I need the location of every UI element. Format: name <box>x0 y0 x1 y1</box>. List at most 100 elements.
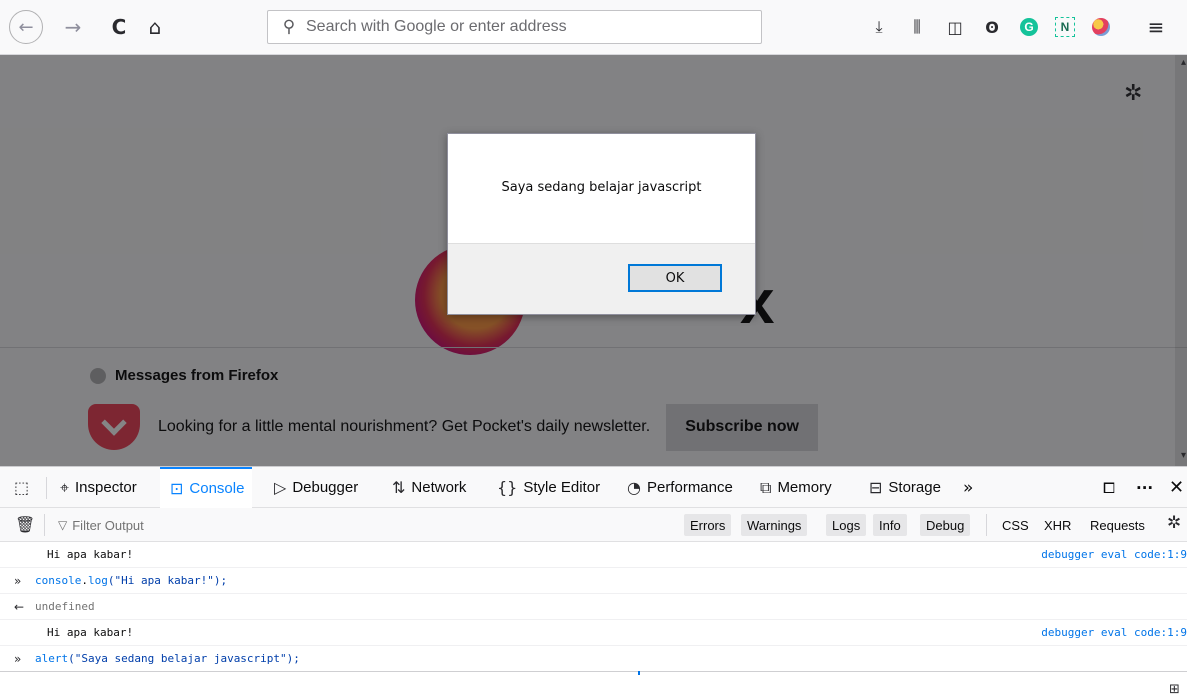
input-code: console.log("Hi apa kabar!"); <box>35 574 228 587</box>
tab-memory[interactable]: ⧉ Memory <box>760 467 832 508</box>
tab-separator <box>46 477 47 499</box>
arrow-left-icon: ← <box>18 16 34 38</box>
storage-icon: ⊟ <box>869 478 883 497</box>
braces-icon: {} <box>497 478 518 497</box>
downloads-button[interactable]: ⤓ <box>866 14 892 40</box>
alert-dialog: Saya sedang belajar javascript OK <box>447 133 756 315</box>
grammarly-icon: G <box>1020 18 1038 36</box>
hamburger-menu-icon: ≡ <box>1147 15 1165 39</box>
home-icon: ⌂ <box>148 15 162 39</box>
log-source-link[interactable]: debugger eval code:1:9 <box>1041 626 1187 639</box>
notion-icon: N <box>1055 17 1075 37</box>
filter-output-input[interactable] <box>72 517 573 533</box>
console-input-row[interactable]: » alert("Saya sedang belajar javascript"… <box>0 646 1187 672</box>
trash-icon[interactable]: 🗑 <box>15 515 35 534</box>
alert-footer: OK <box>448 243 755 314</box>
console-filter-bar: 🗑 ▽ Errors Warnings Logs Info Debug CSS … <box>0 508 1187 542</box>
tab-debugger[interactable]: ▷ Debugger <box>274 467 358 508</box>
navigation-toolbar: ← → C ⌂ ⚲ ⤓ ⫼ ◫ ʘ G N ≡ <box>0 0 1187 55</box>
undock-icon: ⧠ <box>1103 478 1116 497</box>
log-source-link[interactable]: debugger eval code:1:9 <box>1041 548 1187 561</box>
ok-button[interactable]: OK <box>628 264 722 292</box>
close-icon: ✕ <box>1169 477 1185 498</box>
scroll-up-icon[interactable]: ▴ <box>1181 57 1186 68</box>
filter-separator <box>44 514 45 536</box>
console-log-row: Hi apa kabar! debugger eval code:1:9 <box>0 620 1187 646</box>
tab-performance[interactable]: ◔ Performance <box>627 467 733 508</box>
more-tools-button[interactable]: » <box>963 467 973 508</box>
tab-label: Style Editor <box>523 479 601 496</box>
sidebar-icon: ◫ <box>947 17 963 37</box>
filter-xhr-button[interactable]: XHR <box>1038 514 1077 536</box>
tab-label: Debugger <box>292 479 359 496</box>
devtools-tabbar: ⬚ ⌖ Inspector ⊡ Console ▷ Debugger ⇅ Net… <box>0 467 1187 508</box>
library-button[interactable]: ⫼ <box>904 14 930 40</box>
tab-console[interactable]: ⊡ Console <box>160 467 253 508</box>
home-button[interactable]: ⌂ <box>140 9 170 45</box>
extension-globe-icon <box>1092 18 1110 36</box>
reload-icon: C <box>111 15 127 39</box>
more-dots-icon: ··· <box>1136 478 1154 497</box>
sidebar-button[interactable]: ◫ <box>942 14 968 40</box>
console-log-row: Hi apa kabar! debugger eval code:1:9 <box>0 542 1187 568</box>
account-button[interactable]: ʘ <box>979 14 1005 40</box>
menu-button[interactable]: ≡ <box>1143 14 1169 40</box>
tab-inspector[interactable]: ⌖ Inspector <box>60 467 137 508</box>
tab-label: Network <box>411 479 467 496</box>
text-cursor <box>638 671 640 675</box>
scroll-down-icon[interactable]: ▾ <box>1181 450 1186 461</box>
filter-field[interactable]: ▽ <box>58 514 573 536</box>
network-icon: ⇅ <box>392 478 406 497</box>
memory-icon: ⧉ <box>760 477 772 497</box>
address-input[interactable] <box>306 18 746 36</box>
filter-separator <box>986 514 987 536</box>
arrow-right-icon: → <box>64 15 82 39</box>
console-input-row: » console.log("Hi apa kabar!"); <box>0 568 1187 594</box>
close-devtools-button[interactable]: ✕ <box>1169 467 1184 508</box>
download-icon: ⤓ <box>875 17 883 36</box>
filter-info-button[interactable]: Info <box>873 514 907 536</box>
inspector-icon: ⌖ <box>60 477 70 497</box>
result-value: undefined <box>35 600 95 613</box>
devtools-options-button[interactable]: ··· <box>1136 467 1153 508</box>
input-code: alert("Saya sedang belajar javascript"); <box>35 652 300 665</box>
filter-warnings-button[interactable]: Warnings <box>741 514 808 536</box>
console-settings-gear-icon[interactable]: ✲ <box>1167 513 1181 533</box>
tab-label: Storage <box>888 479 941 496</box>
notion-extension-button[interactable]: N <box>1052 14 1078 40</box>
filter-logs-button[interactable]: Logs <box>826 514 867 536</box>
tab-label: Performance <box>646 479 733 496</box>
tab-network[interactable]: ⇅ Network <box>392 467 466 508</box>
result-arrow-icon: ← <box>14 599 25 614</box>
reload-button[interactable]: C <box>104 9 134 45</box>
console-icon: ⊡ <box>170 479 184 498</box>
element-picker-button[interactable]: ⬚ <box>14 467 35 508</box>
tab-label: Memory <box>777 479 832 496</box>
log-message: Hi apa kabar! <box>47 626 134 639</box>
grammarly-extension-button[interactable]: G <box>1016 14 1042 40</box>
tab-style-editor[interactable]: {} Style Editor <box>497 467 600 508</box>
input-chevron-icon: » <box>14 651 22 666</box>
filter-css-button[interactable]: CSS <box>996 514 1035 536</box>
split-console-icon[interactable]: ⊞ <box>1169 682 1180 697</box>
console-output: Hi apa kabar! debugger eval code:1:9 » c… <box>0 542 1187 700</box>
filter-errors-button[interactable]: Errors <box>684 514 732 536</box>
search-icon: ⚲ <box>282 17 296 37</box>
filter-requests-button[interactable]: Requests <box>1084 514 1151 536</box>
debugger-icon: ▷ <box>274 478 287 497</box>
back-button[interactable]: ← <box>9 10 43 44</box>
page-scrollbar[interactable]: ▴ ▾ <box>1175 55 1187 466</box>
console-result-row: ← undefined <box>0 594 1187 620</box>
undock-button[interactable]: ⧠ <box>1103 467 1115 508</box>
account-icon: ʘ <box>985 17 999 37</box>
devtools-panel: ⬚ ⌖ Inspector ⊡ Console ▷ Debugger ⇅ Net… <box>0 466 1187 700</box>
extension-button[interactable] <box>1088 14 1114 40</box>
forward-button[interactable]: → <box>58 9 88 45</box>
filter-debug-button[interactable]: Debug <box>920 514 971 536</box>
log-message: Hi apa kabar! <box>47 548 134 561</box>
tab-storage[interactable]: ⊟ Storage <box>869 467 941 508</box>
url-bar[interactable]: ⚲ <box>267 10 762 44</box>
chevron-double-right-icon: » <box>963 477 974 498</box>
gauge-icon: ◔ <box>627 478 641 497</box>
tab-label: Console <box>189 480 245 497</box>
